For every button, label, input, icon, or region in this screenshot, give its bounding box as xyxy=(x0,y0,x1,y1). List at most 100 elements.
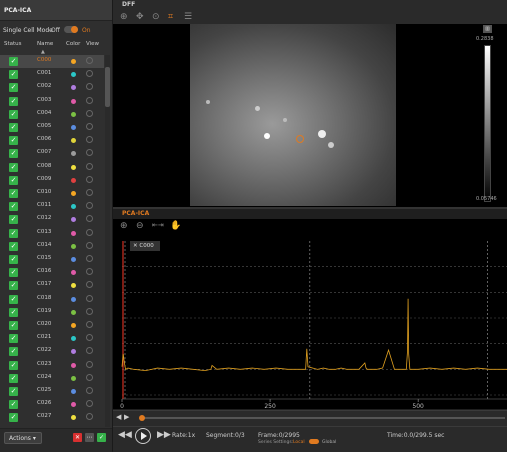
eye-icon[interactable] xyxy=(86,123,93,130)
column-name[interactable]: Name xyxy=(37,41,53,47)
cell-row[interactable]: ✓C028 xyxy=(0,425,104,427)
eye-icon[interactable] xyxy=(86,189,93,196)
accept-button[interactable]: ✓ xyxy=(97,433,106,442)
single-cell-mode-toggle[interactable] xyxy=(64,26,78,33)
cell-row[interactable]: ✓C015 xyxy=(0,253,104,266)
eye-icon[interactable] xyxy=(86,400,93,407)
cell-color-swatch[interactable] xyxy=(71,217,76,222)
cell-row[interactable]: ✓C002 xyxy=(0,81,104,94)
cell-row[interactable]: ✓C007 xyxy=(0,147,104,160)
cell-color-swatch[interactable] xyxy=(71,415,76,420)
cell-color-swatch[interactable] xyxy=(71,191,76,196)
cell-color-swatch[interactable] xyxy=(71,363,76,368)
cell-color-swatch[interactable] xyxy=(71,138,76,143)
cell-row[interactable]: ✓C024 xyxy=(0,372,104,385)
cell-row[interactable]: ✓C014 xyxy=(0,240,104,253)
cell-status-checkbox[interactable]: ✓ xyxy=(9,400,18,409)
cell-color-swatch[interactable] xyxy=(71,204,76,209)
cell-status-checkbox[interactable]: ✓ xyxy=(9,347,18,356)
cell-color-swatch[interactable] xyxy=(71,376,76,381)
cell-status-checkbox[interactable]: ✓ xyxy=(9,295,18,304)
cell-row[interactable]: ✓C021 xyxy=(0,332,104,345)
cell-color-swatch[interactable] xyxy=(71,310,76,315)
local-global-toggle[interactable] xyxy=(309,439,319,444)
trace-legend[interactable]: ✕ C000 xyxy=(130,241,160,251)
eye-icon[interactable] xyxy=(86,255,93,262)
cell-color-swatch[interactable] xyxy=(71,336,76,341)
cell-color-swatch[interactable] xyxy=(71,231,76,236)
cell-row[interactable]: ✓C013 xyxy=(0,227,104,240)
trace-chart[interactable]: 0250500 xyxy=(113,219,507,409)
eye-icon[interactable] xyxy=(86,347,93,354)
cell-row[interactable]: ✓C017 xyxy=(0,279,104,292)
eye-icon[interactable] xyxy=(86,268,93,275)
delete-button[interactable]: ✕ xyxy=(73,433,82,442)
eye-icon[interactable] xyxy=(86,163,93,170)
cell-status-checkbox[interactable]: ✓ xyxy=(9,361,18,370)
cell-color-swatch[interactable] xyxy=(71,323,76,328)
cell-row[interactable]: ✓C008 xyxy=(0,161,104,174)
eye-icon[interactable] xyxy=(86,387,93,394)
eye-icon[interactable] xyxy=(86,229,93,236)
scroll-left-icon[interactable]: ◀ xyxy=(116,413,121,421)
cell-status-checkbox[interactable]: ✓ xyxy=(9,110,18,119)
cell-status-checkbox[interactable]: ✓ xyxy=(9,189,18,198)
cell-status-checkbox[interactable]: ✓ xyxy=(9,268,18,277)
cell-status-checkbox[interactable]: ✓ xyxy=(9,242,18,251)
cell-status-checkbox[interactable]: ✓ xyxy=(9,176,18,185)
cell-color-swatch[interactable] xyxy=(71,85,76,90)
list-icon[interactable]: ☰ xyxy=(184,12,192,22)
cell-status-checkbox[interactable]: ✓ xyxy=(9,123,18,132)
zoom-icon[interactable]: ⊙ xyxy=(152,12,160,22)
column-view[interactable]: View xyxy=(86,41,99,47)
selected-roi[interactable] xyxy=(296,135,304,143)
cell-row[interactable]: ✓C027 xyxy=(0,411,104,424)
cell-status-checkbox[interactable]: ✓ xyxy=(9,149,18,158)
cell-status-checkbox[interactable]: ✓ xyxy=(9,308,18,317)
column-color[interactable]: Color xyxy=(66,41,80,47)
eye-icon[interactable] xyxy=(86,202,93,209)
cell-color-swatch[interactable] xyxy=(71,389,76,394)
eye-icon[interactable] xyxy=(86,295,93,302)
eye-icon[interactable] xyxy=(86,321,93,328)
eye-icon[interactable] xyxy=(86,97,93,104)
cell-color-swatch[interactable] xyxy=(71,59,76,64)
playback-rate[interactable]: Rate:1x xyxy=(172,432,195,439)
eye-icon[interactable] xyxy=(86,149,93,156)
cell-color-swatch[interactable] xyxy=(71,72,76,77)
cell-row[interactable]: ✓C009 xyxy=(0,174,104,187)
cell-color-swatch[interactable] xyxy=(71,297,76,302)
cell-color-swatch[interactable] xyxy=(71,244,76,249)
cell-color-swatch[interactable] xyxy=(71,165,76,170)
cell-row[interactable]: ✓C005 xyxy=(0,121,104,134)
eye-icon[interactable] xyxy=(86,70,93,77)
cell-status-checkbox[interactable]: ✓ xyxy=(9,136,18,145)
cell-status-checkbox[interactable]: ✓ xyxy=(9,202,18,211)
eye-icon[interactable] xyxy=(86,374,93,381)
cell-row[interactable]: ✓C010 xyxy=(0,187,104,200)
cell-row[interactable]: ✓C003 xyxy=(0,95,104,108)
cell-row[interactable]: ✓C018 xyxy=(0,293,104,306)
play-button[interactable] xyxy=(135,428,151,444)
timeline-knob[interactable] xyxy=(139,415,145,421)
cell-status-checkbox[interactable]: ✓ xyxy=(9,97,18,106)
cell-color-swatch[interactable] xyxy=(71,99,76,104)
eye-icon[interactable] xyxy=(86,361,93,368)
cell-row[interactable]: ✓C000 xyxy=(0,55,104,68)
eye-icon[interactable] xyxy=(86,110,93,117)
cell-status-checkbox[interactable]: ✓ xyxy=(9,215,18,224)
eye-icon[interactable] xyxy=(86,136,93,143)
cell-row[interactable]: ✓C022 xyxy=(0,345,104,358)
cell-row[interactable]: ✓C016 xyxy=(0,266,104,279)
cell-status-checkbox[interactable]: ✓ xyxy=(9,387,18,396)
cell-row[interactable]: ✓C025 xyxy=(0,385,104,398)
eye-icon[interactable] xyxy=(86,413,93,420)
cell-status-checkbox[interactable]: ✓ xyxy=(9,334,18,343)
colorbar-settings-icon[interactable]: ▥ xyxy=(483,25,492,33)
pan-icon[interactable]: ✥ xyxy=(136,12,144,22)
scroll-right-icon[interactable]: ▶ xyxy=(124,413,129,421)
cell-color-swatch[interactable] xyxy=(71,270,76,275)
cell-status-checkbox[interactable]: ✓ xyxy=(9,413,18,422)
cell-row[interactable]: ✓C006 xyxy=(0,134,104,147)
cell-color-swatch[interactable] xyxy=(71,178,76,183)
